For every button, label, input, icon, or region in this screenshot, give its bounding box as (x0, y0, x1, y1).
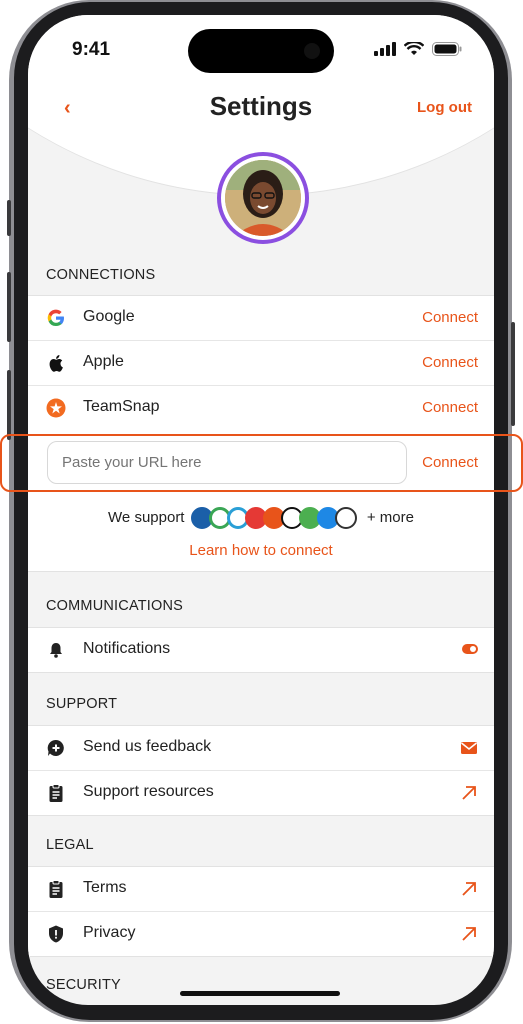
support-resources-row[interactable]: Support resources (28, 771, 494, 815)
external-link-icon (462, 927, 476, 941)
section-title-legal: LEGAL (46, 837, 94, 853)
section-title-security: SECURITY (46, 977, 121, 993)
clipboard-icon (49, 880, 63, 898)
power-button (511, 322, 515, 426)
se-logo-icon (334, 507, 357, 529)
shield-icon (49, 925, 63, 943)
mail-icon (461, 742, 477, 754)
notifications-row[interactable]: Notifications (28, 628, 494, 672)
connection-label: Google (83, 308, 135, 325)
wifi-icon (404, 42, 424, 55)
volume-up-button (7, 272, 11, 342)
home-indicator[interactable] (180, 991, 340, 996)
notifications-toggle[interactable] (462, 644, 478, 654)
communications-group: Notifications (28, 627, 494, 673)
section-title-communications: COMMUNICATIONS (46, 598, 184, 614)
feedback-row[interactable]: Send us feedback (28, 726, 494, 771)
mute-switch (7, 200, 11, 236)
connection-label: TeamSnap (83, 398, 160, 415)
connections-group: Google Connect Apple Connect TeamSnap Co… (28, 295, 494, 431)
teamsnap-icon (46, 398, 66, 418)
section-title-connections: CONNECTIONS (46, 267, 156, 283)
avatar[interactable] (217, 152, 309, 244)
connection-label: Apple (83, 353, 124, 370)
google-icon (47, 309, 64, 327)
header: ‹ Settings Log out (28, 85, 494, 145)
status-icons (374, 42, 462, 56)
status-time: 9:41 (72, 39, 111, 60)
app-screen: 9:41 ‹ Settings Log out CONNECTIONS Goog… (28, 15, 494, 1005)
connection-row-apple[interactable]: Apple Connect (28, 341, 494, 386)
external-link-icon (462, 882, 476, 896)
privacy-label: Privacy (83, 924, 136, 941)
external-link-icon (462, 786, 476, 800)
terms-label: Terms (83, 879, 127, 896)
connect-apple-button[interactable]: Connect (422, 354, 478, 371)
section-title-support: SUPPORT (46, 696, 118, 712)
volume-down-button (7, 370, 11, 440)
learn-how-to-connect-link[interactable]: Learn how to connect (28, 542, 494, 559)
url-connect-highlight (0, 434, 523, 492)
terms-row[interactable]: Terms (28, 867, 494, 912)
clipboard-icon (49, 784, 63, 802)
logout-button[interactable]: Log out (417, 99, 472, 116)
connect-teamsnap-button[interactable]: Connect (422, 399, 478, 416)
privacy-row[interactable]: Privacy (28, 912, 494, 956)
legal-group: Terms Privacy (28, 866, 494, 957)
apple-icon (49, 355, 63, 372)
supported-platforms-line: We support + more (28, 507, 494, 529)
support-resources-label: Support resources (83, 783, 214, 800)
battery-icon (432, 42, 462, 56)
connection-row-google[interactable]: Google Connect (28, 296, 494, 341)
connection-row-teamsnap[interactable]: TeamSnap Connect (28, 386, 494, 430)
notifications-label: Notifications (83, 640, 171, 657)
support-suffix: + more (366, 508, 414, 526)
avatar-photo (225, 160, 301, 236)
support-prefix: We support (108, 508, 185, 526)
platform-logos (190, 507, 357, 529)
dynamic-island (188, 29, 334, 73)
signal-icon (374, 42, 396, 56)
feedback-label: Send us feedback (83, 738, 212, 755)
feedback-icon (47, 739, 64, 756)
bell-icon (50, 643, 62, 658)
connect-google-button[interactable]: Connect (422, 309, 478, 326)
support-group: Send us feedback Support resources (28, 725, 494, 816)
